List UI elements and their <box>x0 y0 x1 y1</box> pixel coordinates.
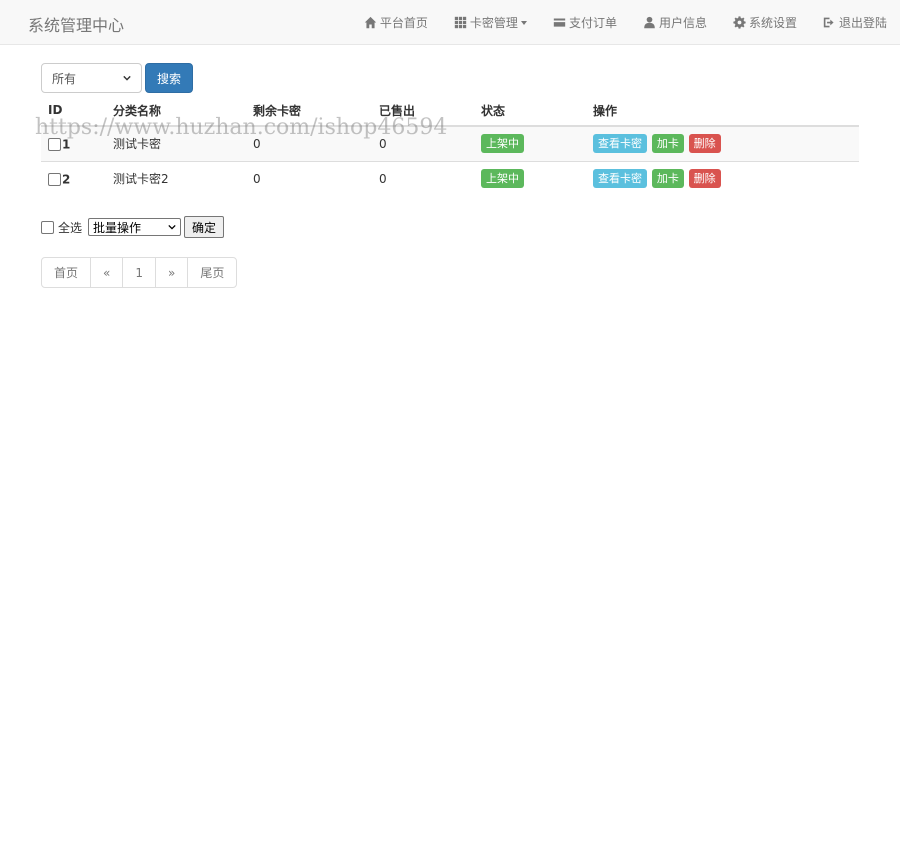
view-cards-button[interactable]: 查看卡密 <box>593 134 647 154</box>
header-status: 状态 <box>474 95 586 127</box>
add-card-button[interactable]: 加卡 <box>651 134 684 154</box>
nav-home[interactable]: 平台首页 <box>351 0 441 45</box>
confirm-button[interactable]: 确定 <box>184 216 225 238</box>
cell-remaining: 0 <box>246 160 372 196</box>
cell-name: 测试卡密 <box>106 125 246 161</box>
status-badge[interactable]: 上架中 <box>481 169 524 189</box>
delete-button[interactable]: 删除 <box>688 169 721 189</box>
nav-logout-label: 退出登陆 <box>838 16 887 30</box>
cell-id: 2 <box>41 160 106 196</box>
row-id: 2 <box>62 172 71 186</box>
chevron-down-icon <box>123 75 131 81</box>
cell-sold: 0 <box>372 125 474 161</box>
nav-logout[interactable]: 退出登陆 <box>810 0 900 45</box>
nav-orders-label: 支付订单 <box>568 16 617 30</box>
top-navbar: 系统管理中心 平台首页 卡密管理 支付订单 用户信息 系统设置 退出登陆 <box>0 0 900 45</box>
pagination: 首页 « 1 » 尾页 <box>41 257 238 288</box>
table-row: 2 测试卡密2 0 0 上架中 查看卡密 加卡 删除 <box>41 160 859 196</box>
batch-operation-value: 批量操作 <box>93 220 142 235</box>
page-next[interactable]: » <box>155 258 187 287</box>
cell-actions: 查看卡密 加卡 删除 <box>586 160 859 196</box>
nav-cards-dropdown[interactable]: 卡密管理 <box>441 0 540 45</box>
page-number[interactable]: 1 <box>122 258 155 287</box>
grid-icon <box>454 16 467 29</box>
nav-orders[interactable]: 支付订单 <box>540 0 630 45</box>
nav-cards-label: 卡密管理 <box>469 16 518 30</box>
header-sold: 已售出 <box>372 95 474 127</box>
brand-title[interactable]: 系统管理中心 <box>28 12 124 36</box>
credit-card-icon <box>553 18 566 27</box>
row-checkbox[interactable] <box>48 137 61 151</box>
gear-icon <box>733 16 746 29</box>
cell-name: 测试卡密2 <box>106 160 246 196</box>
cell-id: 1 <box>41 125 106 161</box>
category-select[interactable]: 所有 <box>41 63 142 93</box>
select-all-checkbox[interactable] <box>41 220 54 234</box>
header-actions: 操作 <box>586 95 859 127</box>
cell-sold: 0 <box>372 160 474 196</box>
header-name: 分类名称 <box>106 95 246 127</box>
home-icon <box>364 16 377 29</box>
header-remaining: 剩余卡密 <box>246 95 372 127</box>
user-icon <box>644 16 655 29</box>
chevron-down-icon <box>168 224 176 230</box>
row-checkbox[interactable] <box>48 172 61 186</box>
table-header-row: ID 分类名称 剩余卡密 已售出 状态 操作 <box>41 95 859 127</box>
nav-settings[interactable]: 系统设置 <box>720 0 810 45</box>
status-badge[interactable]: 上架中 <box>481 134 524 154</box>
table-row: 1 测试卡密 0 0 上架中 查看卡密 加卡 删除 <box>41 125 859 161</box>
batch-actions: 全选 批量操作 确定 <box>41 216 225 238</box>
select-all-label[interactable]: 全选 <box>58 219 82 236</box>
cell-status: 上架中 <box>474 160 586 196</box>
nav-user[interactable]: 用户信息 <box>630 0 720 45</box>
filter-bar: 所有 搜索 <box>41 63 193 93</box>
batch-operation-select[interactable]: 批量操作 <box>88 218 182 236</box>
search-button[interactable]: 搜索 <box>145 63 193 93</box>
nav-home-label: 平台首页 <box>379 16 428 30</box>
header-id: ID <box>41 95 106 127</box>
cell-remaining: 0 <box>246 125 372 161</box>
nav-settings-label: 系统设置 <box>748 16 797 30</box>
category-table: ID 分类名称 剩余卡密 已售出 状态 操作 1 测试卡密 0 0 上架中 查看… <box>41 95 859 196</box>
category-select-value: 所有 <box>52 71 77 86</box>
nav-user-label: 用户信息 <box>658 16 707 30</box>
logout-icon <box>823 17 834 28</box>
caret-down-icon <box>520 20 527 25</box>
row-id: 1 <box>62 137 71 151</box>
cell-status: 上架中 <box>474 125 586 161</box>
add-card-button[interactable]: 加卡 <box>651 169 684 189</box>
page-first[interactable]: 首页 <box>42 258 90 287</box>
delete-button[interactable]: 删除 <box>688 134 721 154</box>
cell-actions: 查看卡密 加卡 删除 <box>586 125 859 161</box>
main-nav: 平台首页 卡密管理 支付订单 用户信息 系统设置 退出登陆 <box>351 0 900 45</box>
page-last[interactable]: 尾页 <box>187 258 236 287</box>
page-prev[interactable]: « <box>90 258 122 287</box>
view-cards-button[interactable]: 查看卡密 <box>593 169 647 189</box>
